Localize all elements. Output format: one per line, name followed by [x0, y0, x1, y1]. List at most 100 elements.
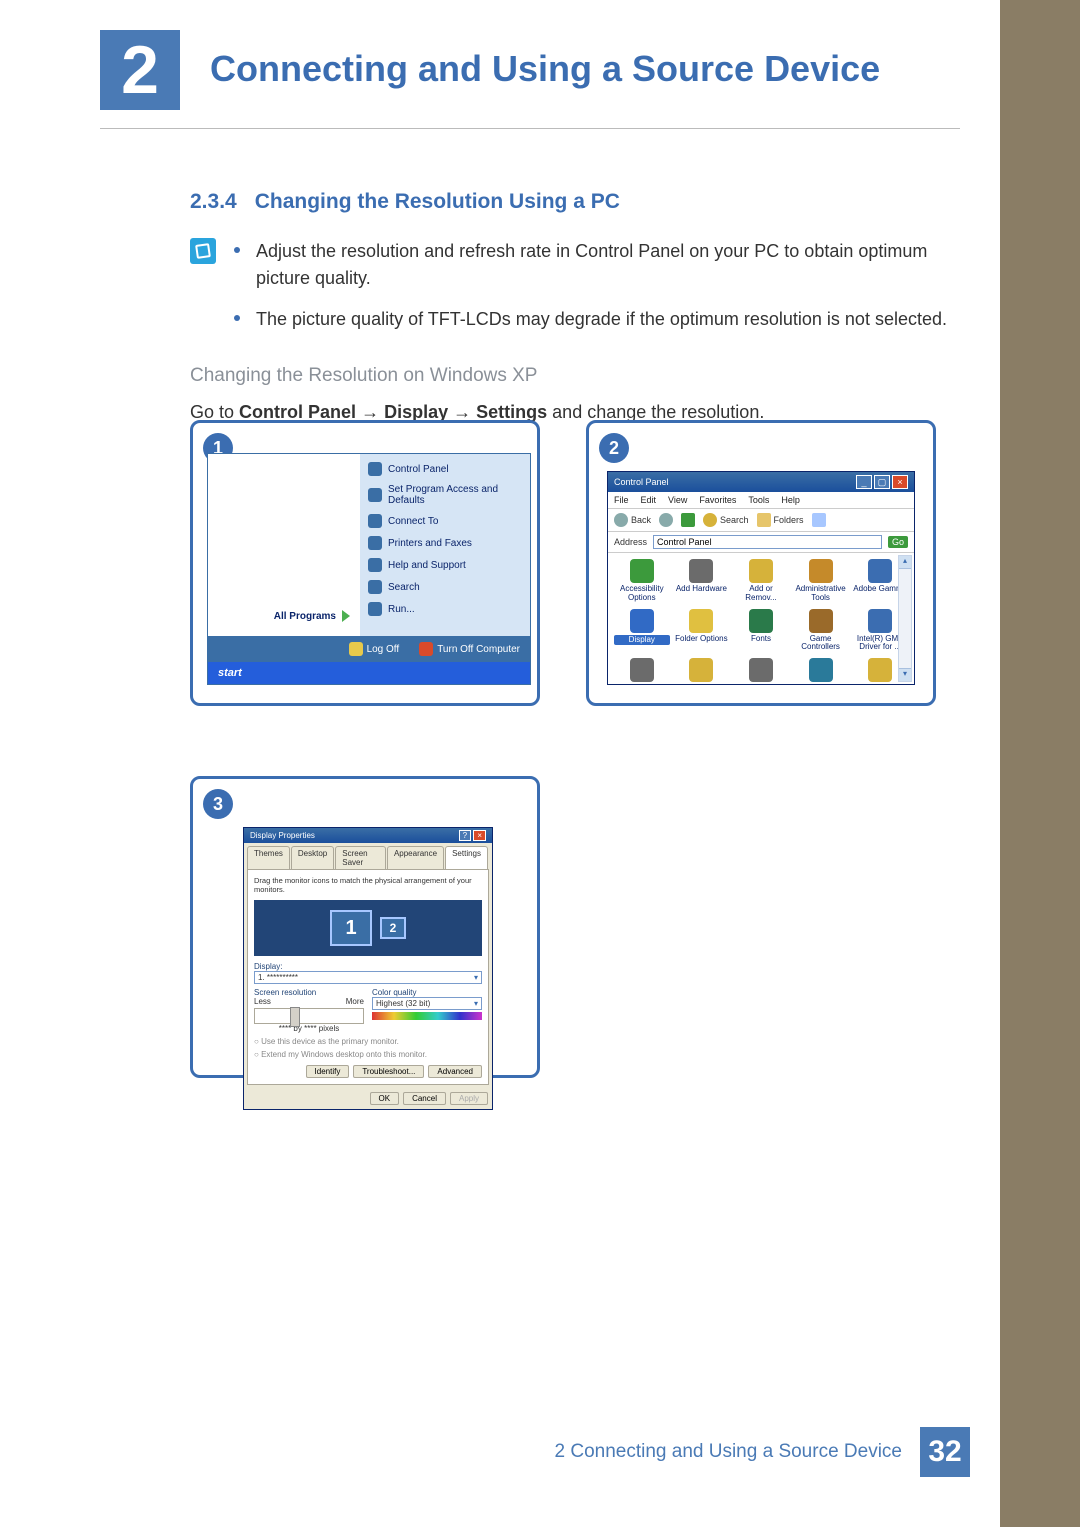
start-menu-item[interactable]: Set Program Access and Defaults: [360, 480, 530, 510]
control-panel-item[interactable]: Administrative Tools: [793, 559, 849, 603]
display-label: Display:: [254, 962, 482, 971]
page-footer: 2 Connecting and Using a Source Device 3…: [555, 1427, 970, 1477]
close-button[interactable]: ×: [892, 475, 908, 489]
power-icon: [419, 642, 433, 656]
start-menu-power-row: Log Off Turn Off Computer: [208, 636, 530, 662]
start-button[interactable]: start: [208, 662, 530, 684]
start-menu-item[interactable]: Help and Support: [360, 554, 530, 576]
advanced-button[interactable]: Advanced: [428, 1065, 482, 1078]
control-panel-item[interactable]: Display: [614, 609, 670, 653]
folders-button[interactable]: Folders: [757, 513, 804, 527]
chapter-title: Connecting and Using a Source Device: [210, 48, 880, 90]
display-select[interactable]: 1. **********▾: [254, 971, 482, 984]
applet-icon: [809, 609, 833, 633]
control-panel-item[interactable]: Game Controllers: [793, 609, 849, 653]
apply-button[interactable]: Apply: [450, 1092, 488, 1105]
menu-item[interactable]: File: [614, 495, 629, 505]
primary-monitor-checkbox[interactable]: ○ Use this device as the primary monitor…: [254, 1037, 482, 1046]
help-button[interactable]: ?: [459, 830, 471, 841]
note-block: Adjust the resolution and refresh rate i…: [190, 238, 950, 347]
figure-1-start-menu: 1 All Programs Control PanelSet Program …: [190, 420, 540, 706]
log-off-button[interactable]: Log Off: [349, 642, 400, 656]
tab-screen-saver[interactable]: Screen Saver: [335, 846, 386, 869]
minimize-button[interactable]: _: [856, 475, 872, 489]
turn-off-button[interactable]: Turn Off Computer: [419, 642, 520, 656]
up-icon[interactable]: [681, 513, 695, 527]
views-icon[interactable]: [812, 513, 826, 527]
control-panel-item[interactable]: Mail: [674, 658, 730, 684]
monitor-2-icon[interactable]: 2: [380, 917, 406, 939]
figure-2-control-panel: 2 Control Panel _ ▢ × FileEditViewFavori…: [586, 420, 936, 706]
applet-icon: [689, 559, 713, 583]
start-menu-item[interactable]: Connect To: [360, 510, 530, 532]
ok-button[interactable]: OK: [370, 1092, 400, 1105]
applet-icon: [689, 609, 713, 633]
window-titlebar: Control Panel _ ▢ ×: [608, 472, 914, 492]
figure-3-display-properties: 3 Display Properties ? × ThemesDesktopSc…: [190, 776, 540, 1078]
menu-item-icon: [368, 558, 382, 572]
start-menu-item[interactable]: Search: [360, 576, 530, 598]
header-divider: [100, 128, 960, 129]
monitor-1-icon[interactable]: 1: [330, 910, 372, 946]
page-number: 32: [920, 1427, 970, 1477]
menu-bar: File Edit View Favorites Tools Help: [608, 492, 914, 509]
back-button[interactable]: Back: [614, 513, 651, 527]
maximize-button[interactable]: ▢: [874, 475, 890, 489]
menu-item[interactable]: Favorites: [699, 495, 736, 505]
close-button[interactable]: ×: [473, 830, 486, 841]
vertical-scrollbar[interactable]: ▴ ▾: [898, 555, 912, 682]
chevron-down-icon: ▾: [474, 973, 478, 982]
tab-desktop[interactable]: Desktop: [291, 846, 334, 869]
address-input[interactable]: [653, 535, 882, 549]
forward-icon[interactable]: [659, 513, 673, 527]
control-panel-item[interactable]: Mouse: [733, 658, 789, 684]
control-panel-item[interactable]: Network Connections: [793, 658, 849, 684]
screen-resolution-label: Screen resolution: [254, 988, 364, 997]
applet-icon: [749, 609, 773, 633]
start-menu-item[interactable]: Run...: [360, 598, 530, 620]
resolution-slider[interactable]: [254, 1008, 364, 1024]
scroll-down-button[interactable]: ▾: [899, 668, 911, 681]
tab-settings[interactable]: Settings: [445, 846, 488, 869]
back-icon: [614, 513, 628, 527]
chapter-header: 2 Connecting and Using a Source Device: [100, 30, 960, 110]
applet-icon: [868, 658, 892, 682]
chevron-down-icon: ▾: [474, 999, 478, 1008]
control-panel-item[interactable]: Folder Options: [674, 609, 730, 653]
control-panel-item[interactable]: Add or Remov...: [733, 559, 789, 603]
applet-icon: [630, 559, 654, 583]
color-spectrum-bar: [372, 1012, 482, 1020]
control-panel-item[interactable]: Keyboard: [614, 658, 670, 684]
address-label: Address: [614, 537, 647, 547]
applet-icon: [809, 559, 833, 583]
extend-desktop-checkbox[interactable]: ○ Extend my Windows desktop onto this mo…: [254, 1050, 482, 1059]
applet-icon: [630, 609, 654, 633]
chapter-number-badge: 2: [100, 30, 180, 110]
monitor-arrangement[interactable]: 1 2: [254, 900, 482, 956]
menu-item[interactable]: Tools: [748, 495, 769, 505]
go-button[interactable]: Go: [888, 536, 908, 548]
cancel-button[interactable]: Cancel: [403, 1092, 446, 1105]
slider-thumb[interactable]: [290, 1007, 300, 1027]
tab-appearance[interactable]: Appearance: [387, 846, 444, 869]
scroll-up-button[interactable]: ▴: [899, 556, 911, 569]
color-quality-select[interactable]: Highest (32 bit)▾: [372, 997, 482, 1010]
chevron-right-icon: [342, 610, 350, 622]
menu-item[interactable]: Edit: [641, 495, 657, 505]
menu-item[interactable]: Help: [781, 495, 800, 505]
all-programs-item[interactable]: All Programs: [208, 604, 360, 628]
window-title: Display Properties: [250, 831, 315, 840]
identify-button[interactable]: Identify: [306, 1065, 350, 1078]
bullet-item: The picture quality of TFT-LCDs may degr…: [234, 306, 950, 333]
tab-themes[interactable]: Themes: [247, 846, 290, 869]
troubleshoot-button[interactable]: Troubleshoot...: [353, 1065, 424, 1078]
control-panel-item[interactable]: Add Hardware: [674, 559, 730, 603]
start-menu-item[interactable]: Control Panel: [360, 458, 530, 480]
menu-item-icon: [368, 602, 382, 616]
start-menu-item[interactable]: Printers and Faxes: [360, 532, 530, 554]
control-panel-item[interactable]: Fonts: [733, 609, 789, 653]
control-panel-window: Control Panel _ ▢ × File Edit View Favorite…: [607, 471, 915, 685]
search-button[interactable]: Search: [703, 513, 749, 527]
control-panel-item[interactable]: Accessibility Options: [614, 559, 670, 603]
menu-item[interactable]: View: [668, 495, 687, 505]
